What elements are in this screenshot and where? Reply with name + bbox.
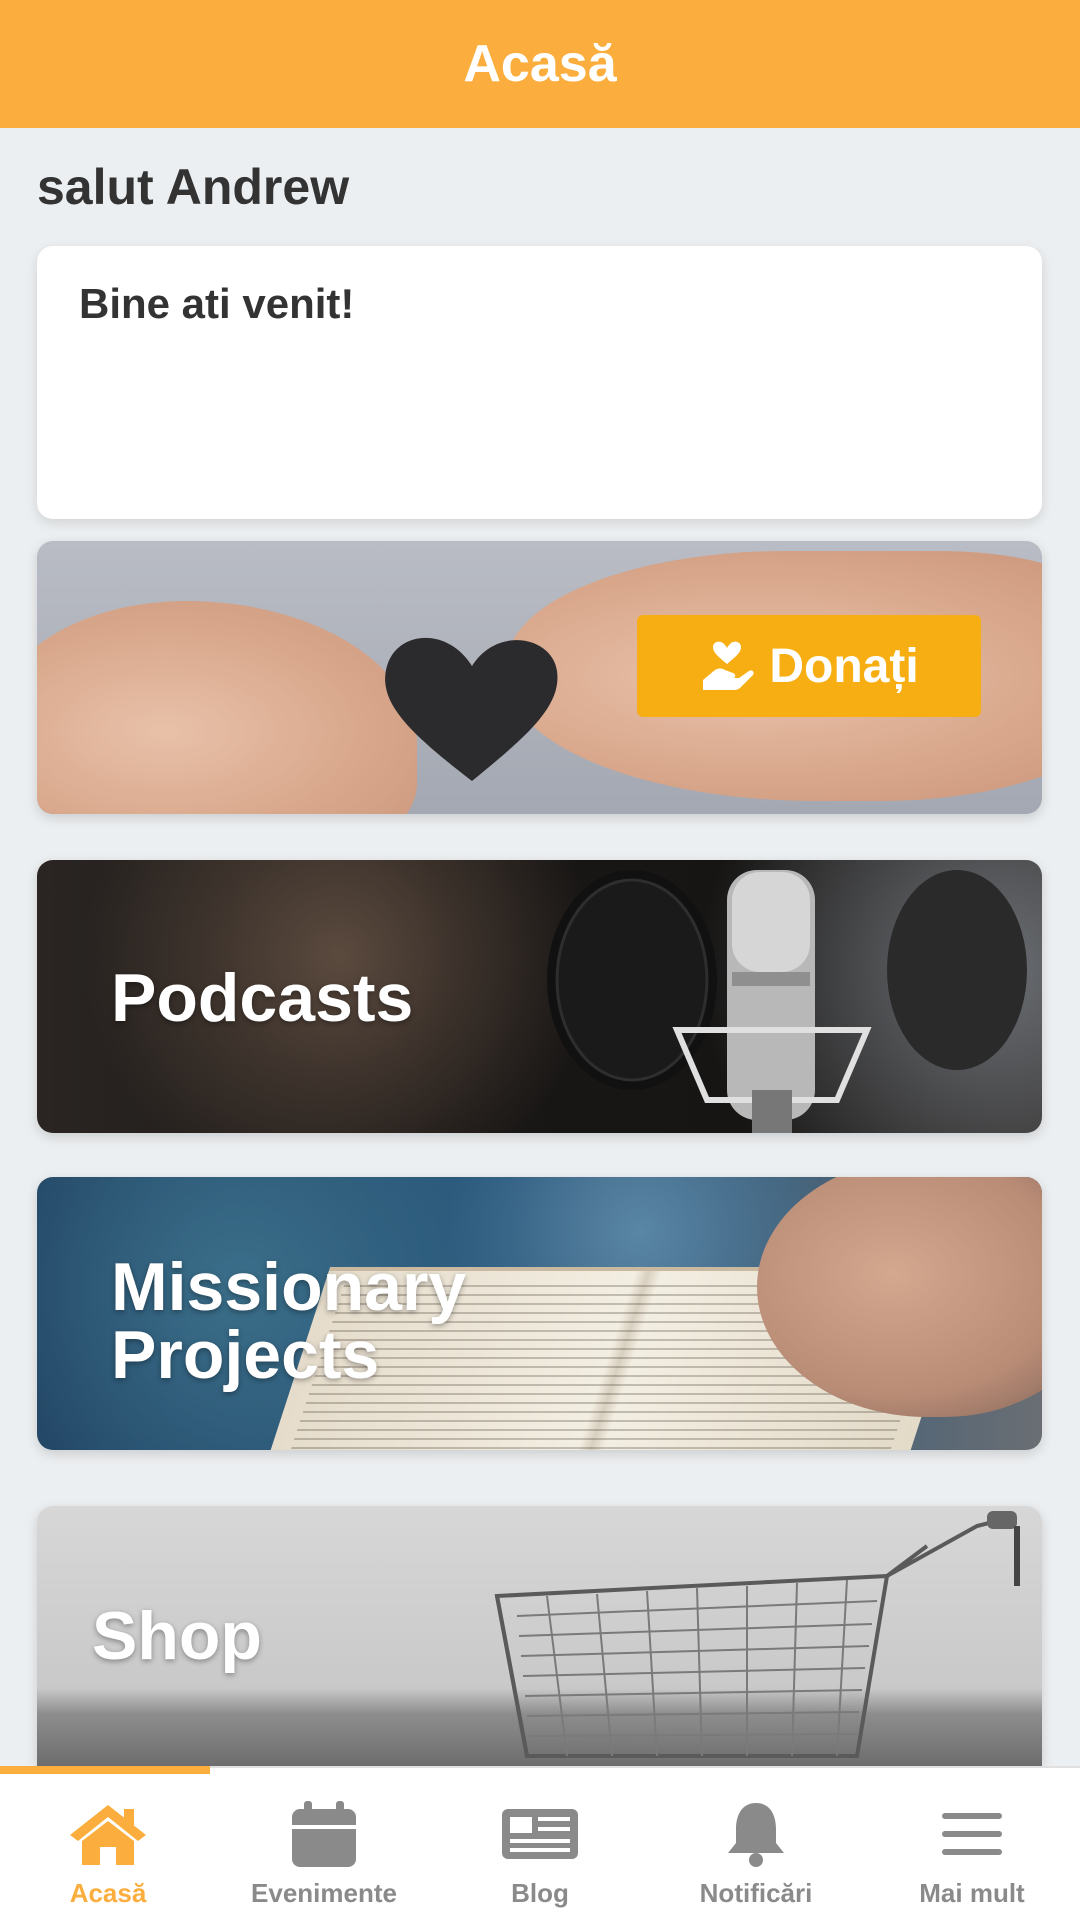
missionary-projects-tile[interactable]: Missionary Projects (37, 1177, 1042, 1450)
home-icon (70, 1805, 146, 1865)
bottom-navigation: Acasă Evenimente Blog Notificări Mai mul… (0, 1766, 1080, 1922)
nav-label-more: Mai mult (919, 1878, 1025, 1908)
menu-icon (942, 1813, 1002, 1855)
left-hand-image (37, 601, 417, 814)
shopping-cart-image (494, 1511, 1020, 1758)
page-title: Acasă (463, 35, 617, 93)
nav-label-blog: Blog (511, 1878, 569, 1908)
missionary-projects-label: Missionary Projects (111, 1249, 467, 1393)
nav-item-more[interactable]: Mai mult (864, 1768, 1080, 1922)
nav-item-notifications[interactable]: Notificări (648, 1768, 864, 1922)
welcome-text: Bine ati venit! (79, 280, 355, 327)
shop-label: Shop (92, 1598, 262, 1674)
nav-label-notifications: Notificări (699, 1878, 813, 1908)
nav-item-blog[interactable]: Blog (432, 1768, 648, 1922)
podcasts-label: Podcasts (111, 960, 414, 1036)
bell-icon (728, 1803, 784, 1867)
greeting-text: salut Andrew (37, 159, 350, 215)
nav-item-events[interactable]: Evenimente (216, 1768, 432, 1922)
heart-image (385, 637, 558, 781)
app-header: Acasă (0, 0, 1080, 128)
calendar-icon (292, 1801, 356, 1867)
podcasts-tile[interactable]: Podcasts (37, 860, 1042, 1133)
nav-label-events: Evenimente (251, 1878, 397, 1908)
donate-button[interactable]: Donați (637, 615, 981, 717)
nav-label-home: Acasă (69, 1878, 147, 1908)
newspaper-icon (502, 1809, 578, 1859)
donate-button-label: Donați (769, 639, 919, 693)
microphone-image (547, 870, 1027, 1133)
donate-tile[interactable]: Donați (37, 541, 1042, 814)
hand-heart-icon (703, 641, 754, 690)
nav-item-home[interactable]: Acasă (0, 1768, 216, 1922)
shop-tile[interactable]: Shop (37, 1506, 1042, 1766)
welcome-card: Bine ati venit! (37, 246, 1042, 519)
